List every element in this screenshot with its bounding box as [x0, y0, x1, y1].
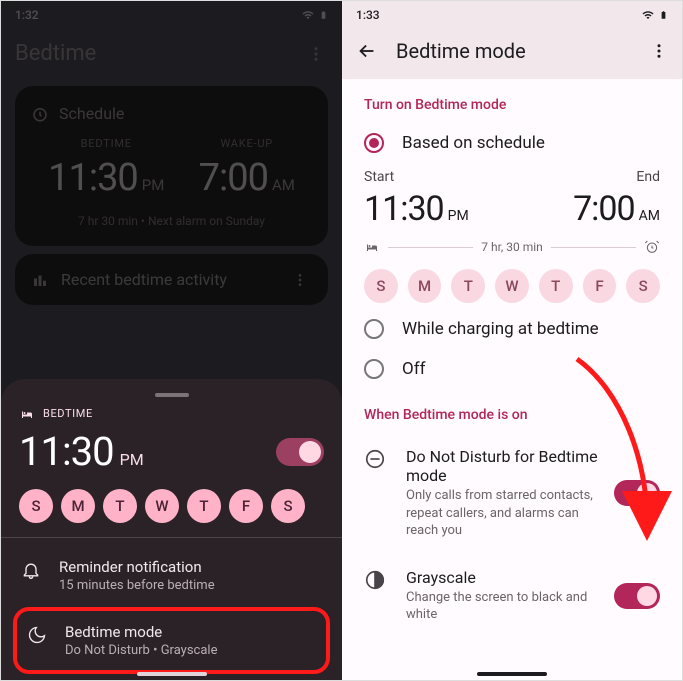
start-label: Start [364, 169, 469, 185]
wifi-icon [301, 9, 315, 21]
dnd-sub: Only calls from starred contacts, repeat… [406, 487, 598, 540]
activity-label: Recent bedtime activity [61, 270, 227, 289]
dnd-toggle[interactable] [614, 480, 660, 506]
dnd-row[interactable]: Do Not Disturb for Bedtime mode Only cal… [342, 433, 682, 554]
wakeup-time: 7:00 [199, 156, 268, 200]
radio-based-on-schedule[interactable]: Based on schedule [342, 123, 682, 163]
bell-icon [21, 560, 43, 580]
bedtime-time-picker[interactable]: 11:30 PM [19, 428, 144, 475]
schedule-card[interactable]: Schedule BEDTIME 11:30 PM WAKE-UP 7:00 [15, 86, 328, 246]
day-t[interactable]: T [451, 269, 485, 303]
day-s2[interactable]: S [626, 269, 660, 303]
duration-text: 7 hr, 30 min [481, 240, 543, 254]
radio-unselected-icon [364, 359, 384, 379]
clock-schedule-icon [31, 105, 49, 123]
status-bar: 1:33 [342, 1, 682, 29]
bedtime-bottom-sheet: BEDTIME 11:30 PM S M T W T F S [1, 379, 342, 680]
drag-handle[interactable] [155, 393, 189, 397]
radio-selected-icon [364, 133, 384, 153]
day-w[interactable]: W [145, 489, 179, 523]
page-title: Bedtime mode [396, 39, 526, 63]
bed-icon [364, 241, 380, 253]
grayscale-sub: Change the screen to black and white [406, 589, 598, 624]
dnd-icon [364, 448, 390, 470]
alarm-icon [644, 239, 660, 255]
bedtime-toggle[interactable] [276, 438, 324, 466]
day-selector: S M T W T F S [19, 489, 324, 523]
nav-handle[interactable] [137, 672, 207, 676]
more-icon[interactable] [650, 42, 668, 60]
radio-off[interactable]: Off [342, 349, 682, 389]
status-time: 1:32 [15, 8, 39, 22]
bed-icon [19, 408, 35, 420]
grayscale-title: Grayscale [406, 568, 598, 587]
day-f[interactable]: F [229, 489, 263, 523]
moon-icon [27, 625, 49, 645]
day-f[interactable]: F [583, 269, 617, 303]
status-bar: 1:32 [1, 1, 342, 29]
clock-app-bedtime-screen: 1:32 Bedtime [1, 1, 342, 680]
status-time: 1:33 [356, 8, 380, 22]
day-s2[interactable]: S [271, 489, 305, 523]
back-icon[interactable] [356, 40, 378, 62]
radio-unselected-icon [364, 319, 384, 339]
mode-title: Bedtime mode [65, 623, 316, 641]
radio-while-charging[interactable]: While charging at bedtime [342, 309, 682, 349]
battery-icon [319, 8, 328, 22]
wakeup-label: WAKE-UP [199, 137, 295, 150]
day-w[interactable]: W [495, 269, 529, 303]
wifi-icon [641, 9, 655, 21]
reminder-title: Reminder notification [59, 558, 322, 576]
contrast-icon [364, 569, 390, 591]
start-time-picker[interactable]: 11:30 PM [364, 189, 469, 229]
schedule-footnote: 7 hr 30 min • Next alarm on Sunday [31, 214, 312, 228]
section-when-on: When Bedtime mode is on [342, 389, 682, 433]
bedtime-mode-row[interactable]: Bedtime mode Do Not Disturb • Grayscale [19, 615, 324, 666]
mode-sub: Do Not Disturb • Grayscale [65, 643, 316, 658]
annotation-highlight: Bedtime mode Do Not Disturb • Grayscale [13, 607, 330, 674]
end-time-picker[interactable]: 7:00 AM [573, 189, 660, 229]
chart-icon [31, 271, 49, 289]
nav-handle[interactable] [477, 672, 547, 676]
dnd-title: Do Not Disturb for Bedtime mode [406, 447, 598, 485]
more-icon[interactable] [288, 272, 312, 288]
duration-row: 7 hr, 30 min [342, 229, 682, 257]
battery-icon [659, 8, 668, 22]
bedtime-ampm: PM [142, 176, 165, 194]
wakeup-ampm: AM [272, 176, 295, 194]
bedtime-mode-settings-screen: 1:33 Bedtime mode [342, 1, 682, 680]
day-t2[interactable]: T [187, 489, 221, 523]
day-t2[interactable]: T [539, 269, 573, 303]
bedtime-label: BEDTIME [48, 137, 164, 150]
reminder-row[interactable]: Reminder notification 15 minutes before … [19, 544, 324, 607]
recent-activity-card[interactable]: Recent bedtime activity [15, 254, 328, 305]
bedtime-time: 11:30 [48, 156, 138, 200]
schedule-label: Schedule [59, 104, 124, 123]
more-icon[interactable] [304, 45, 328, 63]
bedtime-section-label: BEDTIME [43, 407, 93, 420]
section-turn-on: Turn on Bedtime mode [342, 79, 682, 123]
day-t[interactable]: T [103, 489, 137, 523]
day-m[interactable]: M [408, 269, 442, 303]
page-title: Bedtime [15, 41, 96, 66]
day-s[interactable]: S [364, 269, 398, 303]
day-m[interactable]: M [61, 489, 95, 523]
grayscale-toggle[interactable] [614, 583, 660, 609]
reminder-sub: 15 minutes before bedtime [59, 578, 322, 593]
day-s[interactable]: S [19, 489, 53, 523]
end-label: End [573, 169, 660, 185]
grayscale-row[interactable]: Grayscale Change the screen to black and… [342, 554, 682, 638]
day-selector: S M T W T F S [342, 257, 682, 309]
